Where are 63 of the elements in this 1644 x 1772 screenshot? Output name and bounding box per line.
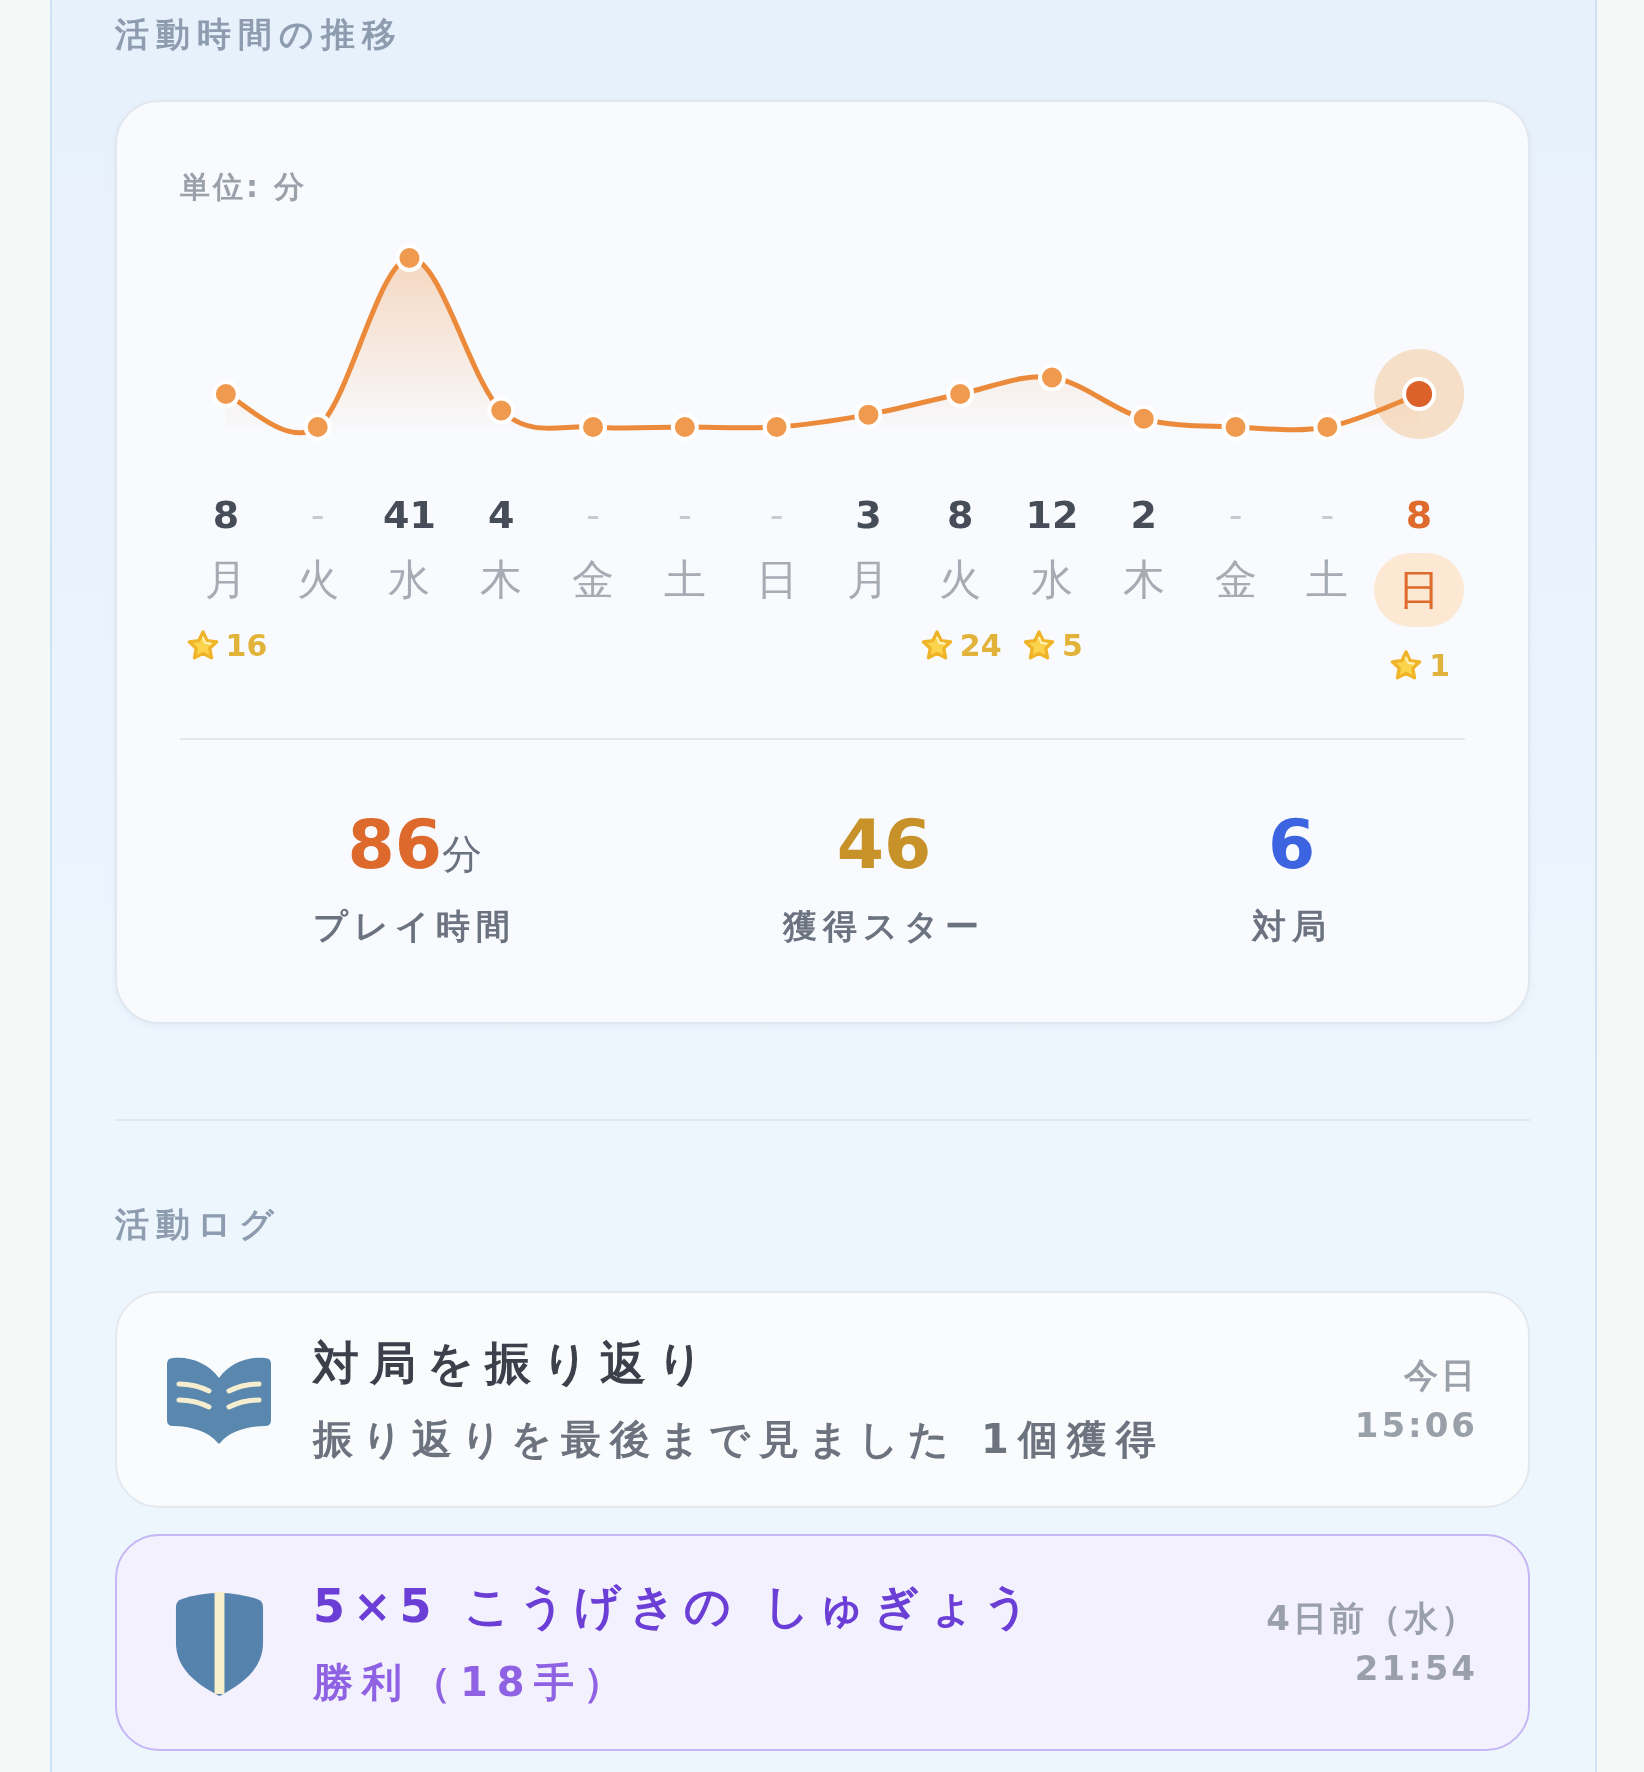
day-label: 水: [388, 554, 431, 606]
log-time: 21:54: [1354, 1646, 1478, 1690]
data-point: [211, 380, 240, 408]
stat-value: 86分: [347, 810, 483, 880]
log-date: 4日前（水）: [1266, 1596, 1478, 1640]
day-label: 月: [204, 554, 247, 606]
data-point: [303, 413, 332, 441]
data-point: [395, 244, 424, 272]
stat-value: 6: [1267, 810, 1316, 880]
day-label: 木: [1122, 554, 1165, 606]
data-point: [946, 380, 975, 408]
star-count: 1: [1429, 647, 1451, 685]
minutes-value: -: [677, 493, 692, 537]
day-label: 金: [572, 554, 615, 606]
data-point: [1313, 413, 1342, 441]
log-detail: 振り返りを最後まで見ました 1個獲得: [313, 1415, 1166, 1464]
data-point: [1129, 404, 1158, 433]
data-point: [487, 396, 516, 425]
day-label: 月: [847, 554, 890, 606]
highlighted-point: [1402, 377, 1437, 411]
star-count: 5: [1062, 627, 1083, 665]
day-label: 木: [480, 554, 523, 606]
minutes-value: -: [1228, 493, 1243, 537]
log-detail: 勝利（18手）: [313, 1658, 633, 1707]
section-title: 活動時間の推移: [115, 13, 404, 56]
log-time: 15:06: [1354, 1403, 1478, 1447]
data-point: [670, 413, 699, 441]
minutes-value: -: [1320, 493, 1335, 537]
unit-label: 単位: 分: [180, 168, 309, 206]
minutes-value: 2: [1130, 493, 1157, 537]
log-date: 今日: [1404, 1353, 1478, 1397]
data-point: [762, 413, 791, 441]
minutes-value: 8: [1405, 493, 1433, 537]
stat-label: プレイ時間: [313, 905, 517, 948]
section-title: 活動ログ: [115, 1203, 282, 1246]
minutes-value: -: [586, 493, 600, 537]
minutes-value: 8: [946, 493, 974, 537]
data-point: [1221, 413, 1250, 441]
day-label: 水: [1030, 554, 1073, 606]
day-label: 日: [1374, 553, 1465, 627]
stat-label: 対局: [1251, 905, 1332, 948]
day-label: 火: [296, 554, 339, 606]
minutes-value: 12: [1025, 493, 1079, 537]
minutes-value: 8: [212, 493, 240, 537]
data-point: [854, 400, 883, 429]
day-label: 土: [1306, 554, 1349, 606]
star-count: 16: [225, 627, 268, 665]
log-title: 対局を振り返り: [313, 1335, 716, 1391]
minutes-value: 4: [488, 493, 515, 537]
minutes-value: 41: [383, 493, 436, 537]
stat-value: 46: [836, 810, 932, 880]
log-title: 5×5 こうげきの しゅぎょう: [313, 1578, 1039, 1634]
minutes-value: -: [769, 493, 784, 537]
data-point: [579, 413, 608, 441]
star-count: 24: [959, 627, 1002, 665]
data-point: [1037, 363, 1066, 392]
day-label: 土: [663, 554, 706, 606]
stat-label: 獲得スター: [783, 905, 985, 948]
day-label: 金: [1214, 554, 1257, 606]
day-label: 日: [755, 554, 798, 606]
minutes-value: -: [310, 493, 325, 537]
minutes-value: 3: [855, 493, 882, 537]
day-label: 火: [939, 554, 982, 606]
